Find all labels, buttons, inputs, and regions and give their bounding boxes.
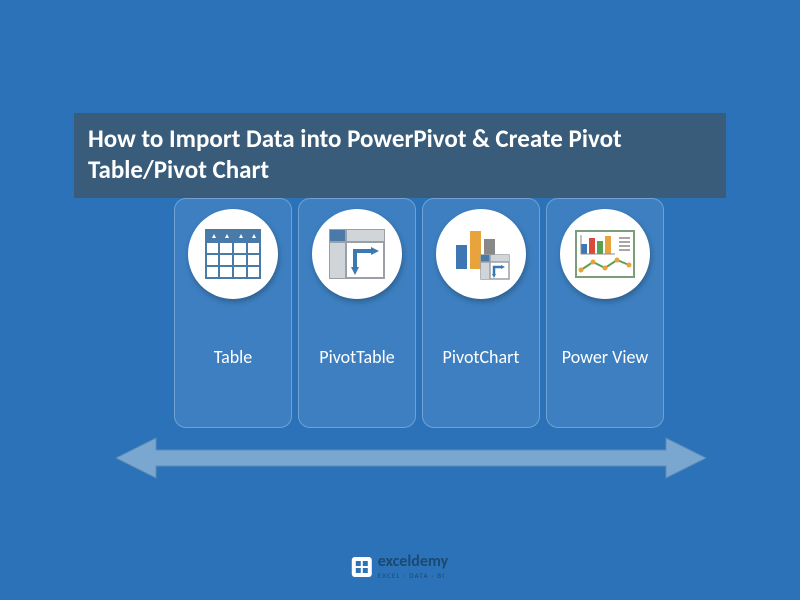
cards-row: Table PivotTable — [174, 198, 664, 428]
card-pivottable: PivotTable — [298, 198, 416, 428]
footer-logo: exceldemy EXCEL · DATA · BI — [352, 554, 448, 580]
card-label: PivotChart — [437, 347, 526, 369]
powerview-icon — [560, 209, 650, 299]
card-powerview: Power View — [546, 198, 664, 428]
logo-mark-icon — [352, 557, 372, 577]
footer-tagline: EXCEL · DATA · BI — [378, 571, 448, 580]
table-icon — [188, 209, 278, 299]
pivottable-icon — [312, 209, 402, 299]
page-title: How to Import Data into PowerPivot & Cre… — [74, 113, 726, 198]
card-pivotchart: PivotChart — [422, 198, 540, 428]
double-arrow-icon — [116, 436, 706, 480]
card-table: Table — [174, 198, 292, 428]
card-label: Table — [208, 347, 259, 369]
pivotchart-icon — [436, 209, 526, 299]
card-label: Power View — [556, 347, 654, 369]
footer-brand: exceldemy — [378, 554, 448, 570]
card-label: PivotTable — [313, 347, 400, 369]
